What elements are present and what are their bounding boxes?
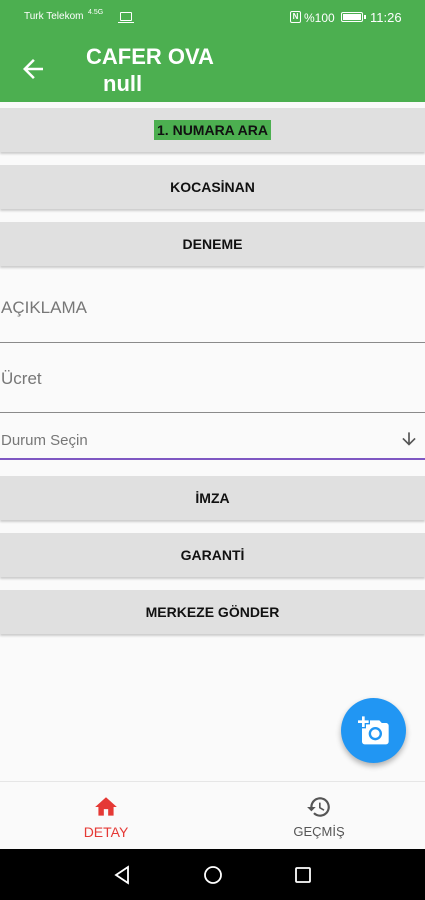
status-bar: Turk Telekom 4.5G N %100 11:26	[0, 0, 425, 36]
battery-percent: %100	[304, 11, 335, 25]
recents-square-icon[interactable]	[293, 865, 313, 885]
network-type: 4.5G	[88, 9, 104, 16]
system-navigation-bar	[0, 849, 425, 900]
page-title: CAFER OVA	[86, 44, 214, 69]
nav-label-detay: DETAY	[83, 824, 129, 840]
nav-item-detay[interactable]: DETAY	[0, 782, 212, 850]
call-number-label: 1. NUMARA ARA	[154, 120, 271, 140]
bottom-navigation: DETAY GEÇMİŞ	[0, 781, 425, 849]
nav-item-gecmis[interactable]: GEÇMİŞ	[213, 782, 425, 850]
nav-label-gecmis: GEÇMİŞ	[293, 824, 345, 839]
back-arrow-icon[interactable]	[18, 54, 48, 84]
fee-placeholder: Ücret	[1, 369, 42, 388]
home-circle-icon[interactable]	[203, 865, 223, 885]
history-icon	[307, 797, 330, 817]
nfc-icon: N	[290, 11, 301, 23]
description-placeholder: AÇIKLAMA	[1, 298, 87, 317]
description-field[interactable]: AÇIKLAMA	[0, 270, 425, 343]
back-triangle-icon[interactable]	[112, 865, 132, 885]
location-kocasinan-button[interactable]: KOCASİNAN	[0, 165, 425, 209]
status-time: 11:26	[370, 10, 402, 25]
call-number-button[interactable]: 1. NUMARA ARA	[0, 108, 425, 152]
location-deneme-button[interactable]: DENEME	[0, 222, 425, 266]
app-bar: CAFER OVA null	[0, 36, 425, 102]
carrier-name: Turk Telekom	[24, 11, 84, 22]
signature-button[interactable]: İMZA	[0, 476, 425, 520]
page-subtitle: null	[103, 71, 143, 96]
screen-cast-icon	[118, 12, 134, 23]
send-to-center-button[interactable]: MERKEZE GÖNDER	[0, 590, 425, 634]
add-photo-icon	[358, 716, 389, 745]
add-photo-button[interactable]	[341, 698, 406, 763]
fee-field[interactable]: Ücret	[0, 343, 425, 413]
warranty-button[interactable]: GARANTİ	[0, 533, 425, 577]
battery-icon	[341, 12, 366, 22]
status-dropdown[interactable]: Durum Seçin	[0, 412, 425, 460]
home-icon	[95, 797, 117, 816]
arrow-down-icon	[402, 432, 416, 446]
status-placeholder: Durum Seçin	[1, 432, 88, 449]
